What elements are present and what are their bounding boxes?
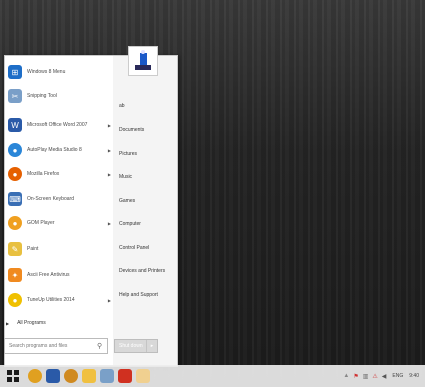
app-icon[interactable] [64,369,78,383]
program-item-windows8-menu[interactable]: ⊞ Windows 8 Menu [8,62,111,82]
taskbar: ▲ ⚑ ▥ ⚠ ◀ ENG 9:40 [0,365,425,387]
system-tray: ▲ ⚑ ▥ ⚠ ◀ ENG 9:40 [339,370,419,382]
word-icon: W [8,118,22,132]
paint-icon: ✎ [8,242,22,256]
start-button[interactable] [4,367,22,385]
program-item-firefox[interactable]: ● Mozilla Firefox ▶ [8,164,111,184]
flag-icon[interactable]: ⚑ [353,373,358,380]
acrobat-icon[interactable] [118,369,132,383]
folder-icon[interactable] [46,369,60,383]
file-icon[interactable] [136,369,150,383]
alert-icon[interactable]: ⚠ [372,373,377,380]
shutdown-options-button[interactable]: ▸ [146,340,157,352]
firefox-icon: ● [8,167,22,181]
expand-arrow-icon: ▶ [6,320,10,326]
shutdown-button[interactable]: Shut down ▸ [114,339,158,353]
program-item-word[interactable]: W Microsoft Office Word 2007 ▶ [8,115,111,135]
program-item-snipping-tool[interactable]: ✂ Snipping Tool [8,86,111,106]
submenu-arrow-icon: ▶ [107,147,111,153]
search-input[interactable] [5,342,97,350]
program-item-gom-player[interactable]: ● GOM Player ▶ [8,213,111,233]
antivirus-icon: ✦ [8,268,22,282]
keyboard-icon: ⌨ [8,192,22,206]
settings-icon[interactable] [100,369,114,383]
place-music[interactable]: Music [119,171,173,183]
network-icon[interactable]: ▥ [363,373,369,380]
submenu-arrow-icon: ▶ [107,122,111,128]
gom-player-icon: ● [8,216,22,230]
place-games[interactable]: Games [119,195,173,207]
place-user-folder[interactable]: ab [119,100,173,112]
explorer-icon[interactable] [82,369,96,383]
search-box[interactable]: ⚲ [4,338,108,354]
search-icon[interactable]: ⚲ [97,342,102,350]
submenu-arrow-icon: ▶ [107,220,111,226]
volume-icon[interactable]: ◀ [382,373,387,380]
program-item-onscreen-keyboard[interactable]: ⌨ On-Screen Keyboard [8,189,111,209]
submenu-arrow-icon: ▶ [107,171,111,177]
tuneup-icon: ● [8,293,22,307]
clock[interactable]: 9:40 [409,373,419,379]
user-avatar[interactable] [128,46,158,76]
program-item-antivirus[interactable]: ✦ Ascii Free Antivirus [8,265,111,285]
place-documents[interactable]: Documents [119,124,173,136]
places-list: ab Documents Pictures Music Games Comput… [113,56,177,366]
show-hidden-icons-icon[interactable]: ▲ [343,373,349,379]
user-picture-icon [135,50,151,70]
place-computer[interactable]: Computer [119,218,173,230]
windows-icon: ⊞ [8,65,22,79]
program-item-tuneup[interactable]: ● TuneUp Utilities 2014 ▶ [8,290,111,310]
language-indicator[interactable]: ENG [392,373,403,379]
program-item-autoplay[interactable]: ● AutoPlay Media Studio 8 ▶ [8,140,111,160]
program-item-paint[interactable]: ✎ Paint [8,239,111,259]
all-programs-button[interactable]: ▶ All Programs [6,318,46,328]
autoplay-icon: ● [8,143,22,157]
scissors-icon: ✂ [8,89,22,103]
place-pictures[interactable]: Pictures [119,148,173,160]
start-orb-icon [7,370,19,382]
place-control-panel[interactable]: Control Panel [119,242,173,254]
place-help-support[interactable]: Help and Support [119,289,173,301]
media-player-icon[interactable] [28,369,42,383]
place-devices-printers[interactable]: Devices and Printers [119,265,173,277]
submenu-arrow-icon: ▶ [107,297,111,303]
